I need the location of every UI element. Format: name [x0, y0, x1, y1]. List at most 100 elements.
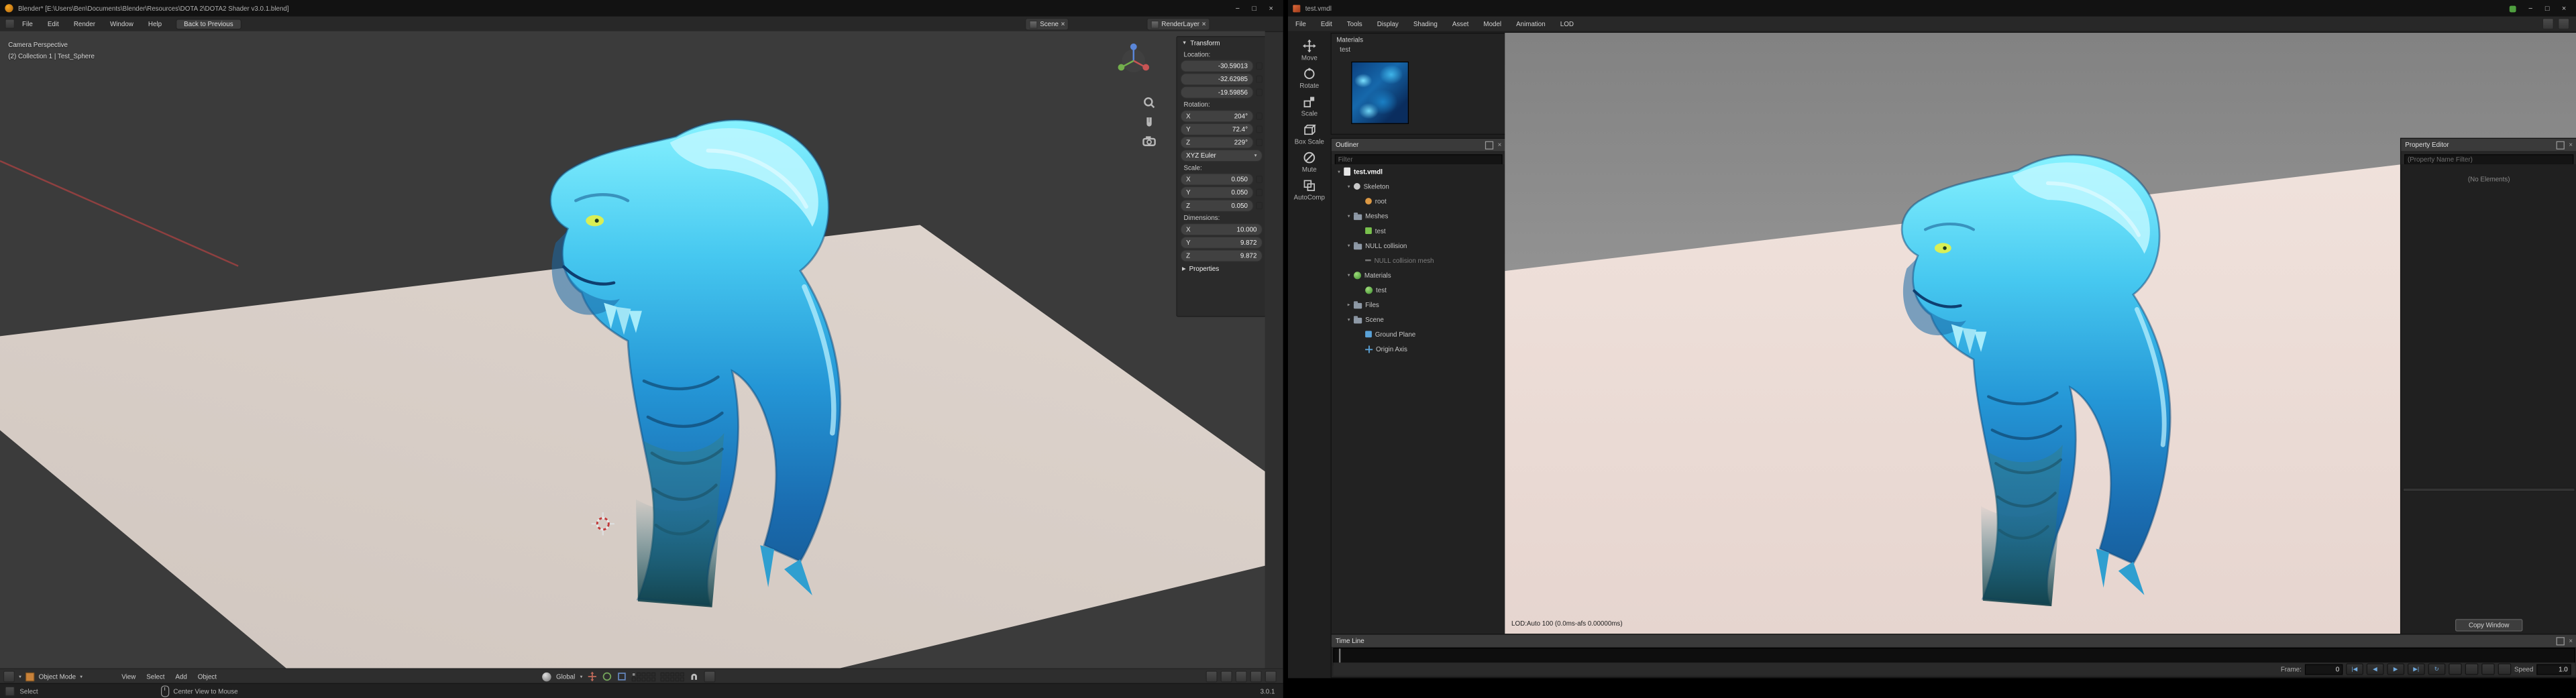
mode-dropdown[interactable]: Object Mode [39, 673, 76, 680]
renderlayer-selector[interactable]: RenderLayer × [1146, 17, 1210, 31]
rotation-y-field[interactable]: Y 72.4° [1180, 123, 1254, 136]
viewport-render-icon[interactable] [1265, 671, 1277, 683]
menu-edit[interactable]: Edit [40, 20, 66, 27]
settings-icon[interactable] [2542, 17, 2554, 30]
menu-lod[interactable]: LOD [1553, 20, 1581, 27]
menu-help[interactable]: Help [141, 20, 169, 27]
move-tool-button[interactable]: Move [1291, 36, 1328, 64]
timeline-header[interactable]: Time Line × [1331, 634, 2576, 647]
timeline-option-button-4[interactable] [2498, 663, 2512, 675]
outliner-item-skeleton[interactable]: ▾ Skeleton [1332, 179, 1506, 194]
layer-grid-1[interactable] [631, 672, 656, 681]
property-editor-header[interactable]: Property Editor × [2401, 138, 2576, 152]
outliner-item-root[interactable]: root [1332, 194, 1506, 209]
menu-window[interactable]: Window [103, 20, 141, 27]
scale-tool-button[interactable]: Scale [1291, 92, 1328, 120]
outliner-header[interactable]: Outliner × [1331, 138, 1506, 152]
copy-window-button[interactable]: Copy Window [2455, 619, 2523, 632]
undock-icon[interactable] [2557, 636, 2565, 645]
lock-icon[interactable] [1256, 112, 1263, 120]
outliner-item-files[interactable]: ▸ Files [1332, 297, 1506, 312]
outliner-item-collision-mesh[interactable]: NULL collision mesh [1332, 253, 1506, 268]
rotation-z-field[interactable]: Z 229° [1180, 136, 1254, 149]
menu-add[interactable]: Add [175, 673, 186, 680]
lock-icon[interactable] [1256, 202, 1263, 210]
proportional-edit-icon[interactable] [1235, 671, 1247, 683]
outliner-item-material-test[interactable]: test [1332, 282, 1506, 297]
pan-button[interactable] [1142, 114, 1157, 129]
layout-icon[interactable] [2558, 17, 2570, 30]
outliner-item-meshes[interactable]: ▾ Meshes [1332, 209, 1506, 223]
snap-element-icon[interactable] [704, 671, 716, 683]
outliner-item-ground-plane[interactable]: Ground Plane [1332, 327, 1506, 341]
menu-tools[interactable]: Tools [1340, 20, 1370, 27]
expand-arrow-icon[interactable]: ▾ [1344, 213, 1352, 219]
expand-arrow-icon[interactable]: ▾ [1344, 272, 1352, 278]
menu-file[interactable]: File [1288, 20, 1313, 27]
editor-type-icon[interactable] [3, 671, 15, 683]
menu-edit[interactable]: Edit [1313, 20, 1340, 27]
blender-3d-viewport[interactable]: Camera Perspective (2) Collection 1 | Te… [0, 31, 1265, 668]
outliner-item-mesh-test[interactable]: test [1332, 223, 1506, 238]
lock-icon[interactable] [1256, 62, 1263, 70]
menu-object[interactable]: Object [198, 673, 217, 680]
outliner-item-materials[interactable]: ▾ Materials [1332, 268, 1506, 282]
outliner-item-scene[interactable]: ▾ Scene [1332, 312, 1506, 327]
minimize-icon[interactable]: − [1236, 4, 1240, 12]
step-forward-button[interactable]: ▶| [2407, 663, 2425, 675]
panel-splitter[interactable] [2402, 487, 2575, 492]
undock-icon[interactable] [1485, 141, 1494, 150]
location-y-field[interactable]: -32.62985 [1180, 72, 1254, 86]
rotate-tool-button[interactable]: Rotate [1291, 64, 1328, 93]
menu-render[interactable]: Render [66, 20, 103, 27]
lock-icon[interactable] [1256, 188, 1263, 196]
scale-y-field[interactable]: Y 0.050 [1180, 186, 1254, 199]
blender-titlebar[interactable]: Blender* [E:\Users\Ben\Documents\Blender… [0, 0, 1283, 17]
outliner-filter-input[interactable] [1334, 154, 1503, 165]
menu-display[interactable]: Display [1370, 20, 1406, 27]
menu-shading[interactable]: Shading [1406, 20, 1445, 27]
go-to-start-button[interactable]: |◀ [2345, 663, 2363, 675]
scale-z-field[interactable]: Z 0.050 [1180, 199, 1254, 212]
zoom-button[interactable] [1142, 95, 1157, 110]
maximize-icon[interactable]: □ [2545, 4, 2550, 12]
material-item-label[interactable]: test [1332, 44, 1506, 54]
autocomp-tool-button[interactable]: AutoComp [1291, 176, 1328, 204]
mute-tool-button[interactable]: Mute [1291, 148, 1328, 176]
outliner-item-origin-axis[interactable]: Origin Axis [1332, 341, 1506, 356]
minimize-icon[interactable]: − [2528, 4, 2532, 12]
timeline-option-button-3[interactable] [2481, 663, 2495, 675]
rotate-manipulator-icon[interactable] [602, 672, 612, 682]
dimensions-x-field[interactable]: X 10.000 [1180, 223, 1263, 236]
timeline-option-button-2[interactable] [2465, 663, 2479, 675]
unlink-scene-icon[interactable]: × [1061, 21, 1065, 28]
display-mode-icon[interactable] [1220, 671, 1232, 683]
lock-icon[interactable] [1256, 125, 1263, 133]
close-icon[interactable]: × [1498, 141, 1502, 149]
unlink-renderlayer-icon[interactable]: × [1202, 21, 1206, 28]
navigation-gizmo[interactable] [1111, 38, 1157, 84]
collapsed-arrow-icon[interactable]: ▸ [1344, 302, 1352, 307]
lock-icon[interactable] [1256, 138, 1263, 146]
lock-icon[interactable] [1256, 75, 1263, 83]
scale-x-field[interactable]: X 0.050 [1180, 173, 1254, 186]
menu-animation[interactable]: Animation [1509, 20, 1553, 27]
play-button[interactable]: ▶ [2387, 663, 2404, 675]
properties-panel-header[interactable]: ▶ Properties [1177, 263, 1265, 275]
render-camera-icon[interactable] [1205, 671, 1218, 683]
editor-titlebar[interactable]: test.vmdl − □ × [1288, 0, 2576, 17]
speed-input[interactable]: 1.0 [2536, 664, 2571, 675]
loop-button[interactable]: ↻ [2428, 663, 2446, 675]
back-to-previous-button[interactable]: Back to Previous [175, 18, 241, 30]
layer-grid-2[interactable] [660, 672, 685, 681]
step-back-button[interactable]: ◀ [2366, 663, 2384, 675]
expand-arrow-icon[interactable]: ▾ [1335, 169, 1343, 174]
scale-manipulator-icon[interactable] [617, 672, 627, 682]
material-thumbnail[interactable] [1351, 61, 1409, 124]
maximize-icon[interactable]: □ [1252, 4, 1256, 12]
translate-manipulator-icon[interactable] [588, 671, 598, 682]
camera-view-button[interactable] [1142, 133, 1157, 148]
dimensions-y-field[interactable]: Y 9.872 [1180, 236, 1263, 249]
lock-icon[interactable] [1256, 89, 1263, 97]
orthographic-toggle-icon[interactable] [1250, 671, 1262, 683]
